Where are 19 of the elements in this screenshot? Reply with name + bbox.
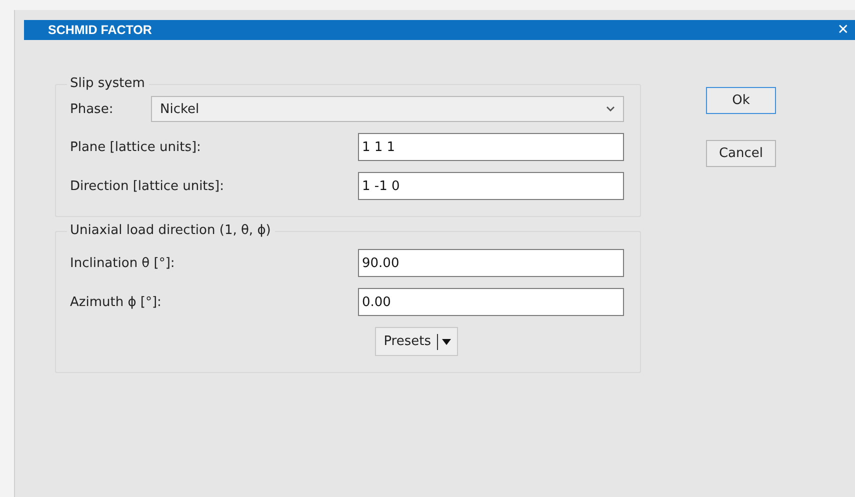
close-button[interactable]: ✕ xyxy=(837,22,849,38)
chevron-down-icon xyxy=(606,106,615,112)
dialog-button[interactable]: Cancel xyxy=(706,140,776,167)
input-field[interactable]: 1 1 1 xyxy=(358,133,624,161)
input-field[interactable]: 1 -1 0 xyxy=(358,172,624,200)
dialog-button[interactable]: Ok xyxy=(706,87,776,114)
presets-button[interactable]: Presets xyxy=(374,327,458,356)
group-title: Uniaxial load direction (1, θ, ϕ) xyxy=(67,223,275,238)
field-label: Azimuth ϕ [°]: xyxy=(70,294,162,310)
phase-dropdown[interactable]: Nickel xyxy=(151,96,624,122)
input-field[interactable]: 90.00 xyxy=(358,249,624,277)
group-title: Slip system xyxy=(67,76,149,91)
caret-icon xyxy=(442,338,451,344)
input-field[interactable]: 0.00 xyxy=(358,288,624,316)
window-title: SCHMID FACTOR xyxy=(48,23,152,37)
field-label: Inclination θ [°]: xyxy=(70,256,175,270)
field-label: Phase: xyxy=(70,102,114,116)
field-label: Direction [lattice units]: xyxy=(70,178,224,194)
field-label: Plane [lattice units]: xyxy=(70,140,201,154)
